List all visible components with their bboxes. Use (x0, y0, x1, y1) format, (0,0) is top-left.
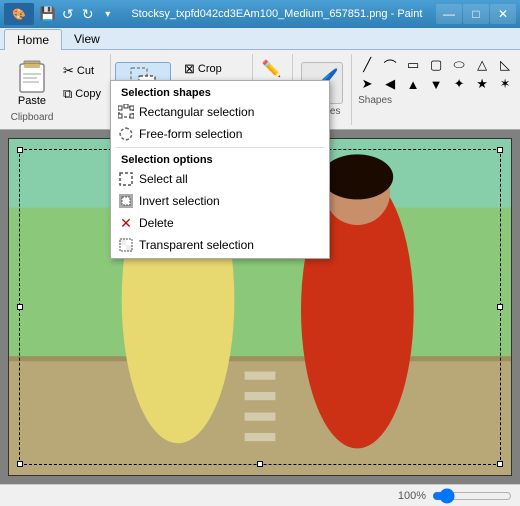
selection-dropdown: Selection shapes Rectangular selection (110, 80, 330, 259)
shape-star6[interactable]: ✶ (494, 75, 516, 93)
select-all-item[interactable]: Select all (111, 168, 329, 190)
clipboard-group: Paste Clipboard ✂ Cut ⧉ Copy (4, 54, 111, 125)
copy-button[interactable]: ⧉ Copy (58, 83, 106, 105)
shape-arrow-right[interactable]: ➤ (356, 75, 378, 93)
status-bar: 100% (0, 484, 520, 506)
shape-rect[interactable]: ▭ (402, 56, 424, 74)
shape-star5[interactable]: ★ (471, 75, 493, 93)
crop-icon: ⊠ (184, 61, 195, 77)
delete-icon: ✕ (117, 214, 135, 232)
shapes-grid: ╱ ⌒ ▭ ▢ ⬭ △ ◺ ◇ ⬠ ⬡ ➤ ◀ ▲ ▼ ✦ ★ ✶ 💬 ♥ ⚡ (356, 56, 520, 93)
shapes-group: ╱ ⌒ ▭ ▢ ⬭ △ ◺ ◇ ⬠ ⬡ ➤ ◀ ▲ ▼ ✦ ★ ✶ 💬 ♥ ⚡ … (352, 54, 520, 125)
transparent-icon (117, 236, 135, 254)
section-label-shapes: Selection shapes (111, 83, 329, 101)
paint-icon: 🎨 (12, 9, 26, 21)
ribbon: Paste Clipboard ✂ Cut ⧉ Copy (0, 50, 520, 130)
shape-arrow-left[interactable]: ◀ (379, 75, 401, 93)
shape-line[interactable]: ╱ (356, 56, 378, 74)
paste-icon (16, 59, 48, 95)
cut-button[interactable]: ✂ Cut (58, 60, 106, 82)
undo-button[interactable]: ↺ (58, 4, 78, 24)
shape-star4[interactable]: ✦ (448, 75, 470, 93)
menu-separator-1 (115, 147, 325, 148)
app-menu-button[interactable]: 🎨 (4, 3, 34, 25)
window-controls: — □ ✕ (436, 4, 516, 24)
clipboard-label: Clipboard (11, 112, 54, 123)
copy-cut-group: ✂ Cut ⧉ Copy (58, 56, 106, 123)
redo-button[interactable]: ↻ (78, 4, 98, 24)
scissors-icon: ✂ (63, 63, 74, 79)
maximize-button[interactable]: □ (463, 4, 489, 24)
shape-triangle[interactable]: △ (471, 56, 493, 74)
save-button[interactable]: 💾 (38, 4, 58, 24)
copy-icon: ⧉ (63, 86, 72, 102)
paste-button[interactable]: Paste (8, 56, 56, 110)
invert-selection-item[interactable]: Invert selection (111, 190, 329, 212)
rectangular-icon (117, 103, 135, 121)
title-bar: 🎨 💾 ↺ ↻ ▾ Stocksy_txpfd042cd3EAm100_Medi… (0, 0, 520, 28)
redo-icon: ↻ (82, 6, 94, 23)
shapes-label: Shapes (356, 95, 392, 106)
crop-button[interactable]: ⊠ Crop (179, 58, 244, 80)
undo-icon: ↺ (62, 6, 74, 23)
shape-right-triangle[interactable]: ◺ (494, 56, 516, 74)
freeform-icon (117, 125, 135, 143)
tab-view[interactable]: View (62, 29, 112, 49)
window-title: Stocksy_txpfd042cd3EAm100_Medium_657851.… (118, 8, 436, 20)
transparent-selection-item[interactable]: Transparent selection (111, 234, 329, 256)
select-all-icon (117, 170, 135, 188)
shape-ellipse[interactable]: ⬭ (448, 56, 470, 74)
tab-home[interactable]: Home (4, 29, 62, 50)
shape-curve[interactable]: ⌒ (379, 56, 401, 74)
shape-arrow-down[interactable]: ▼ (425, 75, 447, 93)
rectangular-selection-item[interactable]: Rectangular selection (111, 101, 329, 123)
save-icon: 💾 (40, 6, 56, 22)
paste-label: Paste (18, 95, 46, 107)
zoom-slider[interactable] (432, 488, 512, 504)
section-label-options: Selection options (111, 150, 329, 168)
ribbon-tabs: Home View (0, 28, 520, 50)
close-button[interactable]: ✕ (490, 4, 516, 24)
freeform-selection-item[interactable]: Free-form selection (111, 123, 329, 145)
invert-icon (117, 192, 135, 210)
pencil-button[interactable]: ✏️ (259, 56, 285, 82)
shape-rounded-rect[interactable]: ▢ (425, 56, 447, 74)
minimize-button[interactable]: — (436, 4, 462, 24)
zoom-level: 100% (398, 490, 426, 502)
shape-arrow-up[interactable]: ▲ (402, 75, 424, 93)
delete-item[interactable]: ✕ Delete (111, 212, 329, 234)
qa-dropdown-button[interactable]: ▾ (98, 4, 118, 24)
